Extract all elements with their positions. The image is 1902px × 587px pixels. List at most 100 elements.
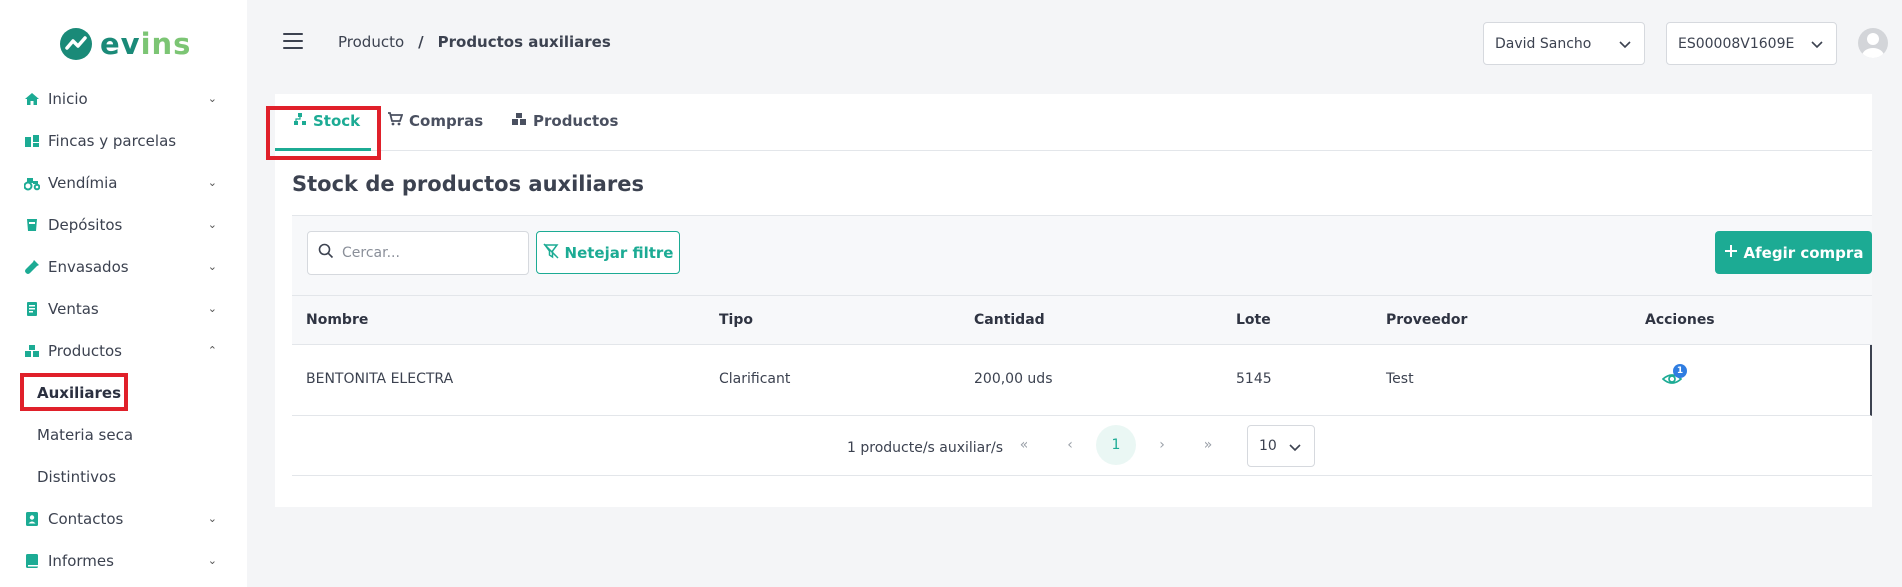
chevron-down-icon	[1288, 440, 1302, 458]
sidebar-item-productos[interactable]: Productos ⌃	[0, 330, 247, 372]
contact-icon	[24, 511, 40, 527]
page-size-value: 10	[1259, 438, 1277, 454]
menu-toggle-icon[interactable]	[283, 33, 303, 49]
invoice-icon	[24, 301, 40, 317]
column-header-nombre[interactable]: Nombre	[306, 312, 368, 328]
sidebar-item-contactos[interactable]: Contactos ⌄	[0, 498, 247, 540]
sidebar-item-label: Productos	[48, 342, 122, 360]
cell-proveedor: Test	[1386, 371, 1414, 387]
sidebar-item-ventas[interactable]: Ventas ⌄	[0, 288, 247, 330]
tab-bar: Stock Compras Productos	[275, 94, 1872, 151]
sidebar-item-informes[interactable]: Informes ⌄	[0, 540, 247, 582]
sidebar-item-label: Ventas	[48, 300, 99, 318]
sidebar-subitem-label: Distintivos	[37, 468, 117, 486]
company-select[interactable]: ES00008V1609E	[1666, 22, 1837, 65]
breadcrumb-parent[interactable]: Producto	[338, 33, 404, 51]
user-select-value: David Sancho	[1495, 35, 1592, 52]
sidebar-item-label: Fincas y parcelas	[48, 132, 177, 150]
table-row[interactable]: BENTONITA ELECTRA Clarificant 200,00 uds…	[292, 345, 1872, 416]
chevron-down-icon	[1618, 37, 1632, 55]
chevron-down-icon: ⌄	[207, 512, 217, 525]
boxes-icon	[511, 112, 527, 130]
chevron-down-icon: ⌄	[207, 554, 217, 567]
user-select[interactable]: David Sancho	[1483, 22, 1645, 65]
breadcrumb: Producto / Productos auxiliares	[338, 33, 611, 51]
plus-icon	[1724, 244, 1738, 262]
sidebar-item-label: Contactos	[48, 510, 124, 528]
chevron-down-icon: ⌄	[207, 260, 217, 273]
first-page-button[interactable]: «	[1004, 425, 1044, 465]
sidebar-subitem-distintivos[interactable]: Distintivos	[0, 456, 247, 498]
prev-page-button[interactable]: ‹	[1050, 425, 1090, 465]
sidebar-item-label: Envasados	[48, 258, 129, 276]
sidebar-item-fincas[interactable]: Fincas y parcelas	[0, 120, 247, 162]
column-header-acciones: Acciones	[1645, 312, 1715, 328]
fields-icon	[24, 133, 40, 149]
search-box[interactable]	[307, 231, 529, 275]
clear-filter-button[interactable]: Netejar filtre	[536, 231, 680, 274]
bottle-icon	[24, 259, 40, 275]
column-header-cantidad[interactable]: Cantidad	[974, 312, 1045, 328]
tab-label: Compras	[409, 112, 484, 130]
breadcrumb-current: Productos auxiliares	[437, 33, 611, 51]
cell-tipo: Clarificant	[719, 371, 791, 387]
chevron-down-icon: ⌄	[207, 218, 217, 231]
sidebar-subitem-label: Materia seca	[37, 426, 134, 444]
tractor-icon	[24, 175, 40, 191]
filter-off-icon	[542, 242, 559, 263]
page-button-1[interactable]: 1	[1096, 425, 1136, 465]
sidebar-item-label: Inicio	[48, 90, 88, 108]
next-page-button[interactable]: ›	[1142, 425, 1182, 465]
highlight-stock-tab	[266, 106, 381, 160]
tank-icon	[24, 217, 40, 233]
page-size-select[interactable]: 10	[1247, 425, 1315, 467]
evins-logo[interactable]: evins	[60, 24, 191, 64]
tab-compras[interactable]: Compras	[387, 112, 483, 130]
sidebar: evins Inicio ⌄ Fincas y parcelas Vendími…	[0, 0, 247, 587]
book-icon	[24, 553, 40, 569]
cart-icon	[387, 112, 404, 130]
add-purchase-button[interactable]: Afegir compra	[1715, 231, 1872, 274]
pagination: 1 producte/s auxiliar/s « ‹ 1 › » 10	[292, 416, 1872, 476]
cell-nombre: BENTONITA ELECTRA	[306, 371, 454, 387]
clear-filter-label: Netejar filtre	[564, 243, 674, 262]
sidebar-item-inicio[interactable]: Inicio ⌄	[0, 78, 247, 120]
sidebar-item-depositos[interactable]: Depósitos ⌄	[0, 204, 247, 246]
avatar[interactable]	[1858, 28, 1888, 58]
cell-cantidad: 200,00 uds	[974, 371, 1053, 387]
table-header: Nombre Tipo Cantidad Lote Proveedor Acci…	[292, 295, 1872, 345]
highlight-auxiliares	[20, 373, 128, 411]
logo-mark-icon	[60, 28, 92, 60]
sidebar-nav: Inicio ⌄ Fincas y parcelas Vendímia ⌄ De…	[0, 78, 247, 582]
tab-label: Productos	[533, 112, 619, 130]
search-input[interactable]	[342, 245, 512, 261]
tab-productos[interactable]: Productos	[511, 112, 618, 130]
chevron-down-icon: ⌄	[207, 92, 217, 105]
column-header-lote[interactable]: Lote	[1236, 312, 1271, 328]
page-title: Stock de productos auxiliares	[292, 172, 644, 196]
sidebar-subitem-materia-seca[interactable]: Materia seca	[0, 414, 247, 456]
sidebar-item-envasados[interactable]: Envasados ⌄	[0, 246, 247, 288]
cell-lote: 5145	[1236, 371, 1272, 387]
pagination-info: 1 producte/s auxiliar/s	[847, 440, 1004, 456]
chevron-down-icon: ⌄	[207, 302, 217, 315]
column-header-tipo[interactable]: Tipo	[719, 312, 753, 328]
table-toolbar: Netejar filtre Afegir compra	[292, 215, 1872, 295]
last-page-button[interactable]: »	[1188, 425, 1228, 465]
sidebar-item-label: Vendímia	[48, 174, 118, 192]
column-header-proveedor[interactable]: Proveedor	[1386, 312, 1467, 328]
sidebar-item-label: Informes	[48, 552, 114, 570]
breadcrumb-separator: /	[418, 33, 424, 51]
add-purchase-label: Afegir compra	[1743, 243, 1864, 262]
search-icon	[318, 243, 334, 263]
logo-wordmark: evins	[100, 27, 192, 61]
chevron-up-icon: ⌃	[207, 344, 217, 357]
main-panel: Stock Compras Productos Stock de product…	[275, 94, 1872, 507]
sidebar-item-label: Depósitos	[48, 216, 123, 234]
chevron-down-icon	[1810, 37, 1824, 55]
company-select-value: ES00008V1609E	[1678, 35, 1795, 52]
sidebar-item-vendimia[interactable]: Vendímia ⌄	[0, 162, 247, 204]
home-icon	[24, 91, 40, 107]
boxes-icon	[24, 343, 40, 359]
chevron-down-icon: ⌄	[207, 176, 217, 189]
